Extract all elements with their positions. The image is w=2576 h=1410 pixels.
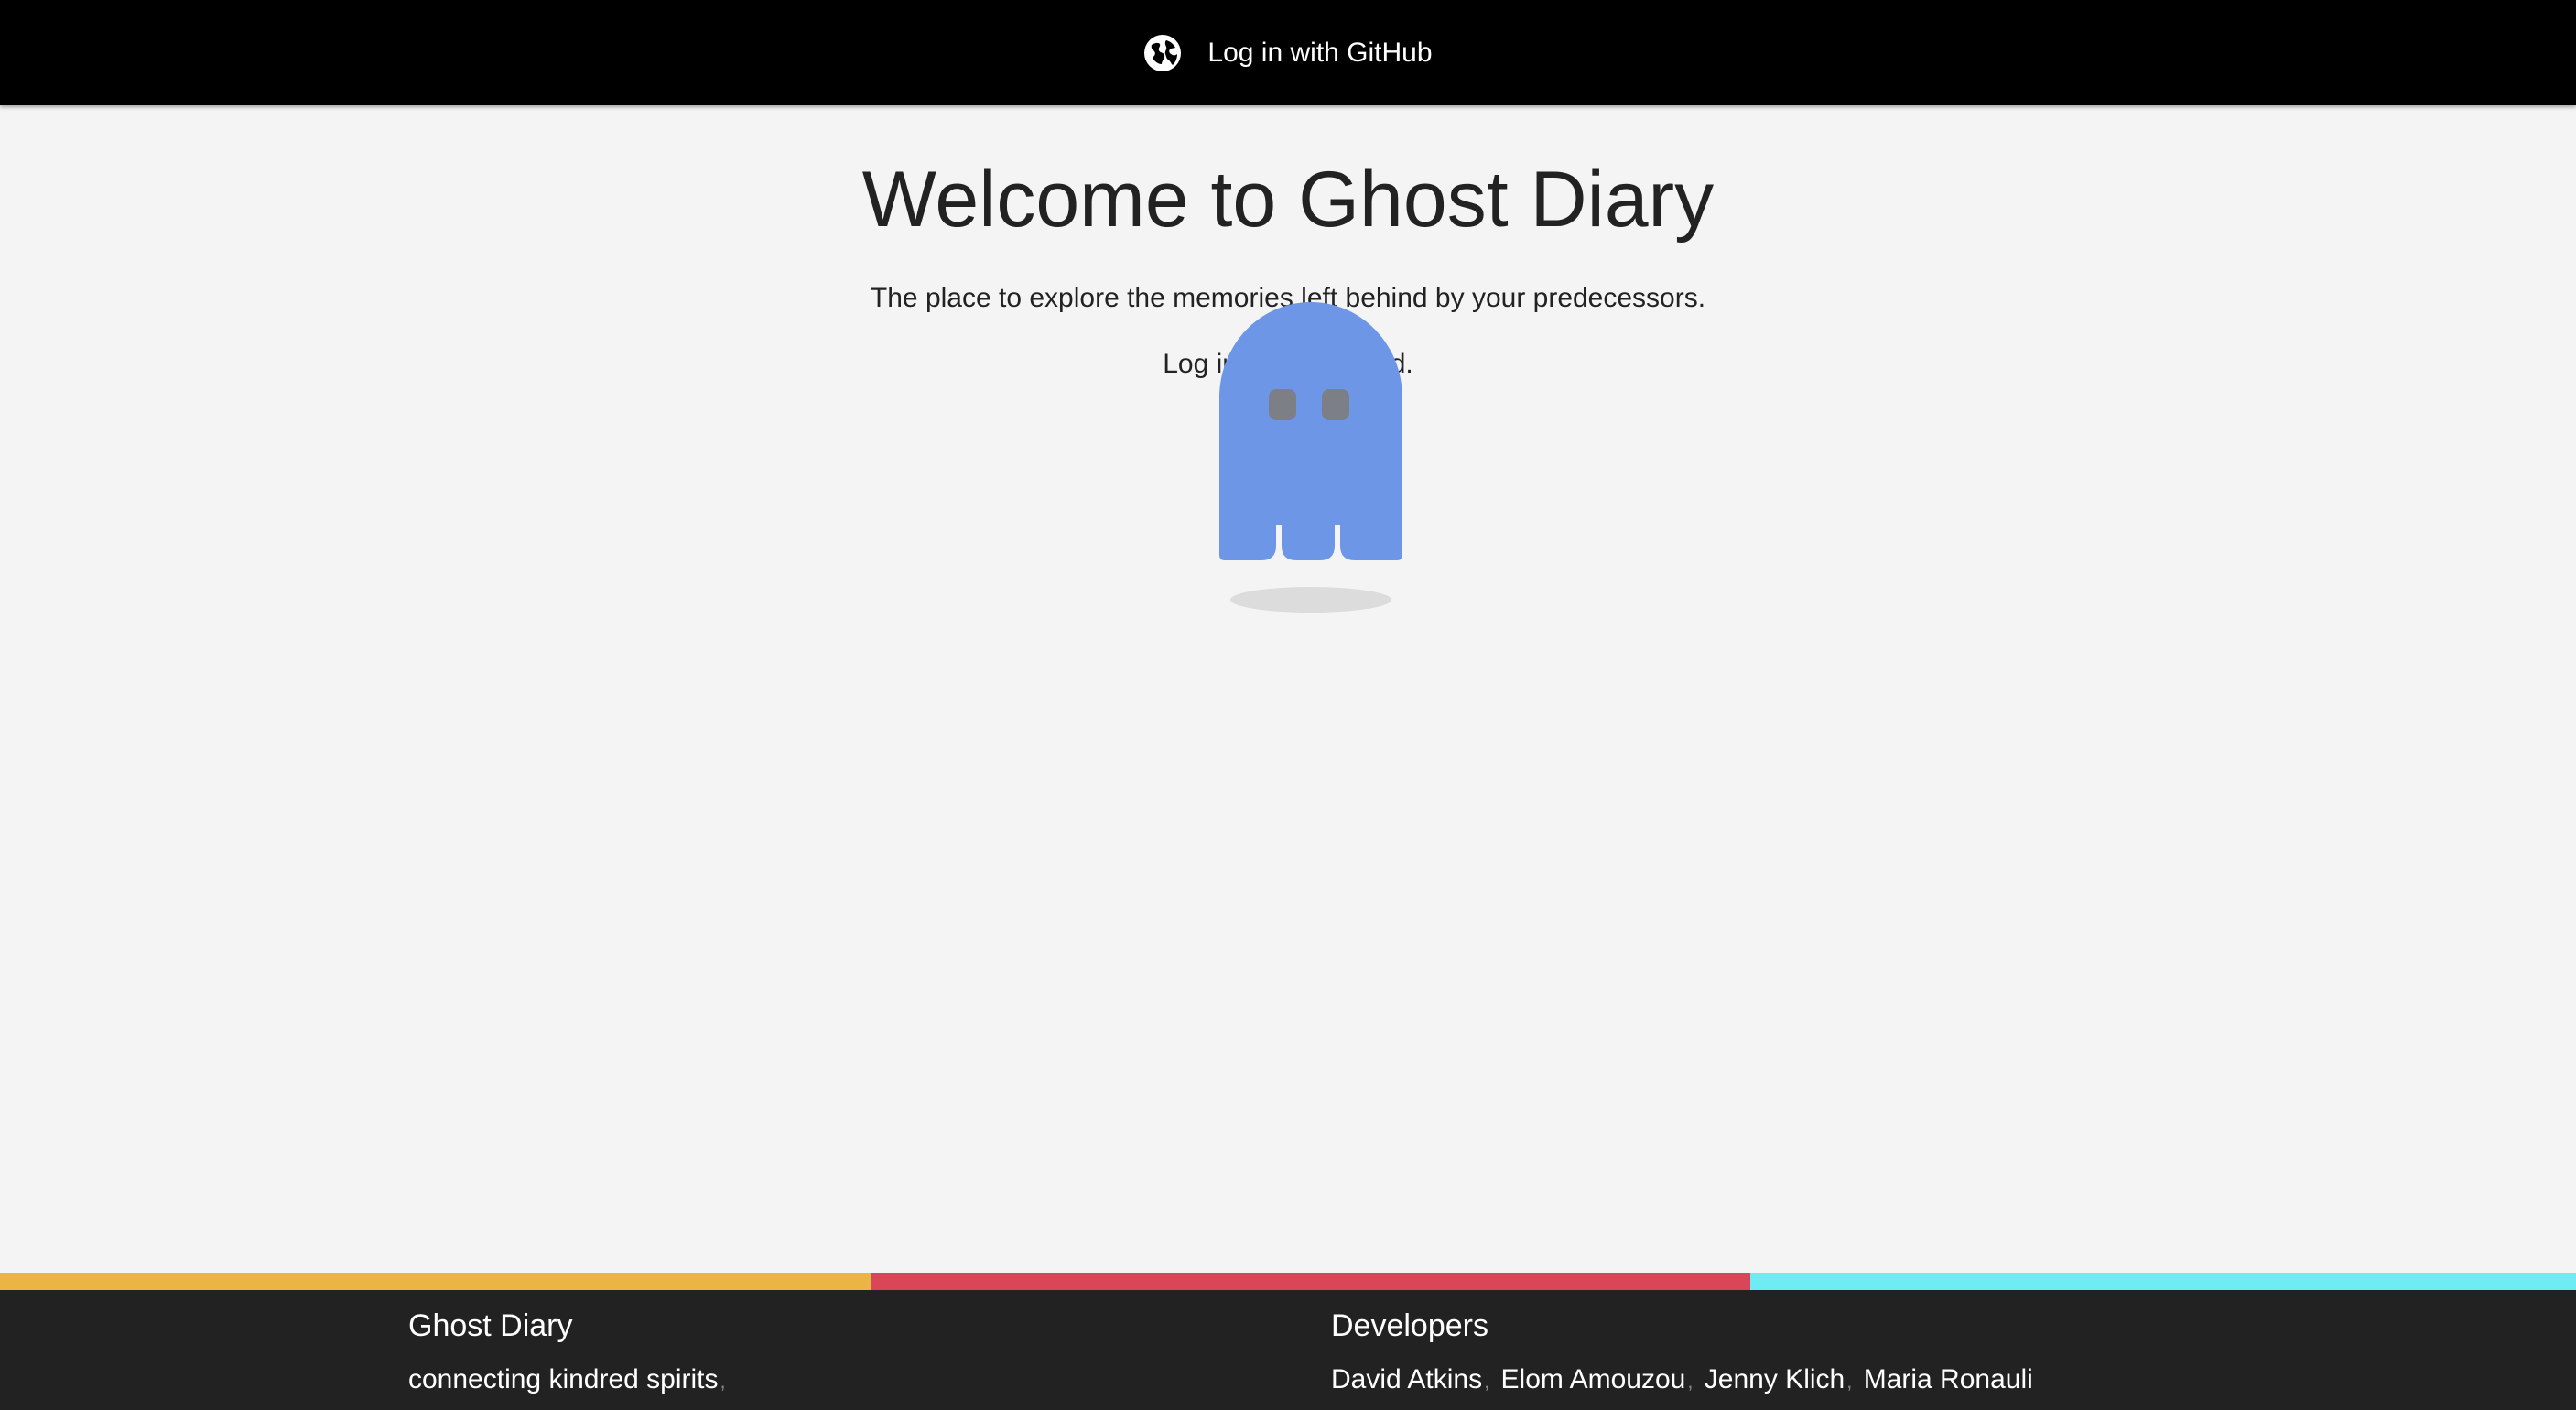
developer-link[interactable]: Elom Amouzou (1501, 1364, 1686, 1394)
footer-brand-title: Ghost Diary (408, 1308, 573, 1343)
footer-slogan-suffix: , (720, 1370, 726, 1393)
strip-orange (0, 1273, 871, 1290)
footer-slogan-text: connecting kindred spirits (408, 1364, 719, 1394)
footer: Ghost Diary connecting kindred spirits, … (0, 1290, 2576, 1410)
color-strip (0, 1273, 2576, 1290)
globe-icon (1143, 34, 1182, 72)
strip-red (871, 1273, 1750, 1290)
developer-list: David Atkins, Elom Amouzou, Jenny Klich,… (1331, 1364, 2033, 1395)
footer-brand-section: Ghost Diary connecting kindred spirits, (408, 1308, 730, 1395)
developer-separator: , (1484, 1370, 1490, 1393)
page-title: Welcome to Ghost Diary (861, 156, 1715, 244)
footer-slogan: connecting kindred spirits, (408, 1364, 730, 1395)
developer-link[interactable]: Maria Ronauli (1864, 1364, 2033, 1394)
developer-link[interactable]: David Atkins (1331, 1364, 1482, 1394)
footer-developers-section: Developers David Atkins, Elom Amouzou, J… (1331, 1308, 2033, 1395)
strip-cyan (1750, 1273, 2576, 1290)
footer-developers-title: Developers (1331, 1308, 1488, 1343)
developer-separator: , (1846, 1370, 1853, 1393)
ghost-icon (1218, 302, 1404, 613)
developer-link[interactable]: Jenny Klich (1705, 1364, 1845, 1394)
github-login-label: Log in with GitHub (1207, 37, 1433, 68)
github-login-button[interactable]: Log in with GitHub (1143, 34, 1433, 72)
top-navbar: Log in with GitHub (0, 0, 2576, 105)
developer-separator: , (1687, 1370, 1694, 1393)
